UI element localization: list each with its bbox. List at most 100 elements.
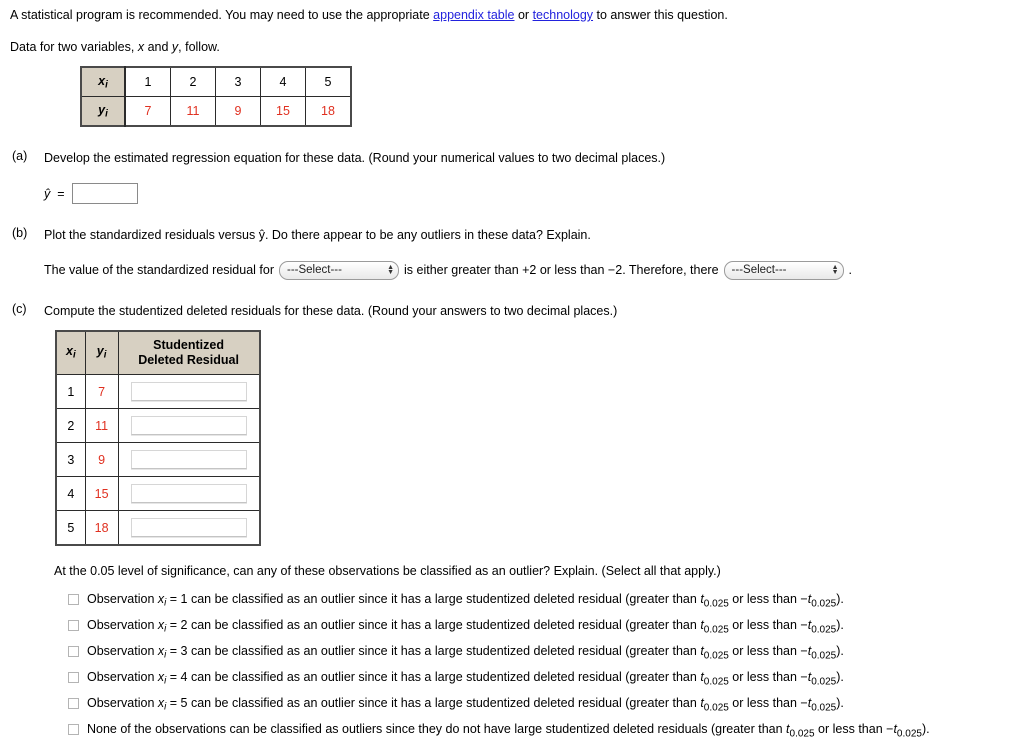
part-a-block: (a) Develop the estimated regression equ… (0, 149, 1024, 204)
xy-table-wrapper: xi 1 2 3 4 5 yi 7 11 9 15 18 (0, 66, 1024, 127)
table-row-x: xi 1 2 3 4 5 (80, 66, 352, 97)
x-cell: 3 (215, 66, 261, 97)
y-cell: 18 (305, 96, 352, 127)
y-subscript: i (103, 349, 107, 361)
y-cell: 9 (215, 96, 261, 127)
outlier-conclusion-select[interactable]: ---Select--- ▲ ▼ (723, 260, 844, 280)
select-value: ---Select--- (731, 264, 787, 276)
option-mid2: or less than − (728, 644, 808, 658)
t-subscript: 0.025 (811, 624, 837, 636)
checkbox-icon[interactable] (68, 594, 79, 605)
option-mid: = 4 can be classified as an outlier sinc… (166, 670, 701, 684)
y-subscript: i (105, 108, 108, 120)
table-row: 4 15 (55, 476, 261, 511)
option-label: Observation xi = 5 can be classified as … (87, 694, 844, 718)
studentized-residual-input[interactable] (130, 382, 247, 401)
part-c-label: (c) (12, 302, 27, 316)
option-pre: Observation (87, 618, 158, 632)
option-row[interactable]: Observation xi = 4 can be classified as … (68, 668, 1024, 694)
table-row: 2 11 (55, 408, 261, 443)
option-post: ). (836, 592, 844, 606)
technology-link[interactable]: technology (533, 8, 593, 22)
x-cell: 2 (170, 66, 216, 97)
data-note-pre: Data for two variables, (10, 40, 138, 54)
option-post: ). (836, 696, 844, 710)
header-line-1: Studentized (153, 338, 224, 352)
option-post: ). (836, 644, 844, 658)
option-mid2: or less than − (814, 722, 894, 736)
intro-text-pre: A statistical program is recommended. Yo… (10, 8, 434, 22)
t-subscript: 0.025 (703, 650, 729, 662)
checkbox-icon[interactable] (68, 620, 79, 631)
cell-y: 18 (84, 510, 119, 546)
chevron-updown-icon: ▲ ▼ (831, 264, 839, 276)
part-b-sentence-3: . (848, 263, 853, 277)
intro-text-post: to answer this question. (593, 8, 728, 22)
option-row[interactable]: Observation xi = 2 can be classified as … (68, 616, 1024, 642)
t-subscript: 0.025 (811, 598, 837, 610)
option-row[interactable]: None of the observations can be classifi… (68, 720, 1024, 746)
studentized-residual-input[interactable] (130, 416, 247, 435)
option-mid2: or less than − (728, 618, 808, 632)
option-mid: = 3 can be classified as an outlier sinc… (166, 644, 701, 658)
worksheet-page: A statistical program is recommended. Yo… (0, 0, 1024, 746)
col-header-x: xi (55, 330, 86, 375)
option-mid: = 1 can be classified as an outlier sinc… (166, 592, 701, 606)
part-b-text: Plot the standardized residuals versus ŷ… (44, 228, 591, 242)
cell-x: 5 (55, 510, 86, 546)
checkbox-icon[interactable] (68, 646, 79, 657)
y-cell: 15 (260, 96, 306, 127)
cell-residual (117, 442, 261, 477)
part-a-answer-row: ŷ = (44, 183, 1024, 204)
cell-y: 9 (84, 442, 119, 477)
header-line-2: Deleted Residual (138, 353, 239, 367)
data-note: Data for two variables, x and y, follow. (0, 38, 1024, 56)
x-symbol: x (66, 343, 73, 358)
option-label: Observation xi = 3 can be classified as … (87, 642, 844, 666)
option-post: ). (836, 618, 844, 632)
option-pre: Observation (87, 696, 158, 710)
t-subscript: 0.025 (896, 728, 922, 740)
studentized-residual-input[interactable] (130, 450, 247, 469)
cell-residual (117, 476, 261, 511)
option-row[interactable]: Observation xi = 5 can be classified as … (68, 694, 1024, 720)
equals-sign: = (57, 186, 65, 201)
select-value: ---Select--- (287, 264, 342, 276)
option-row[interactable]: Observation xi = 3 can be classified as … (68, 642, 1024, 668)
checkbox-icon[interactable] (68, 698, 79, 709)
t-subscript: 0.025 (703, 702, 729, 714)
option-label: Observation xi = 4 can be classified as … (87, 668, 844, 692)
studentized-residual-table: xi yi Studentized Deleted Residual 1 7 2 … (55, 330, 261, 546)
t-subscript: 0.025 (703, 598, 729, 610)
x-cell: 5 (305, 66, 352, 97)
option-mid: = 2 can be classified as an outlier sinc… (166, 618, 701, 632)
part-b-sentence-1: The value of the standardized residual f… (44, 263, 274, 277)
studentized-residual-input[interactable] (130, 484, 247, 503)
option-pre: Observation (87, 592, 158, 606)
col-header-y: yi (84, 330, 119, 375)
x-subscript: i (105, 79, 108, 91)
option-pre: Observation (87, 644, 158, 658)
data-note-and: and (144, 40, 172, 54)
option-mid2: or less than − (728, 670, 808, 684)
appendix-table-link[interactable]: appendix table (433, 8, 514, 22)
cell-x: 3 (55, 442, 86, 477)
y-cell: 11 (170, 96, 216, 127)
part-c-block: (c) Compute the studentized deleted resi… (0, 302, 1024, 746)
checkbox-icon[interactable] (68, 724, 79, 735)
data-note-post: , follow. (178, 40, 220, 54)
cell-y: 7 (84, 374, 119, 409)
option-row[interactable]: Observation xi = 1 can be classified as … (68, 590, 1024, 616)
regression-equation-input[interactable] (71, 183, 138, 204)
checkbox-icon[interactable] (68, 672, 79, 683)
table-row: 5 18 (55, 510, 261, 546)
option-label: Observation xi = 1 can be classified as … (87, 590, 844, 614)
option-mid: = 5 can be classified as an outlier sinc… (166, 696, 701, 710)
standardized-residual-select[interactable]: ---Select--- ▲ ▼ (279, 260, 399, 280)
option-pre: None of the observations can be classifi… (87, 722, 787, 736)
intro-line: A statistical program is recommended. Yo… (0, 6, 1024, 24)
cell-x: 2 (55, 408, 86, 443)
t-subscript: 0.025 (811, 676, 837, 688)
y-symbol: y (96, 343, 104, 358)
studentized-residual-input[interactable] (130, 518, 247, 537)
